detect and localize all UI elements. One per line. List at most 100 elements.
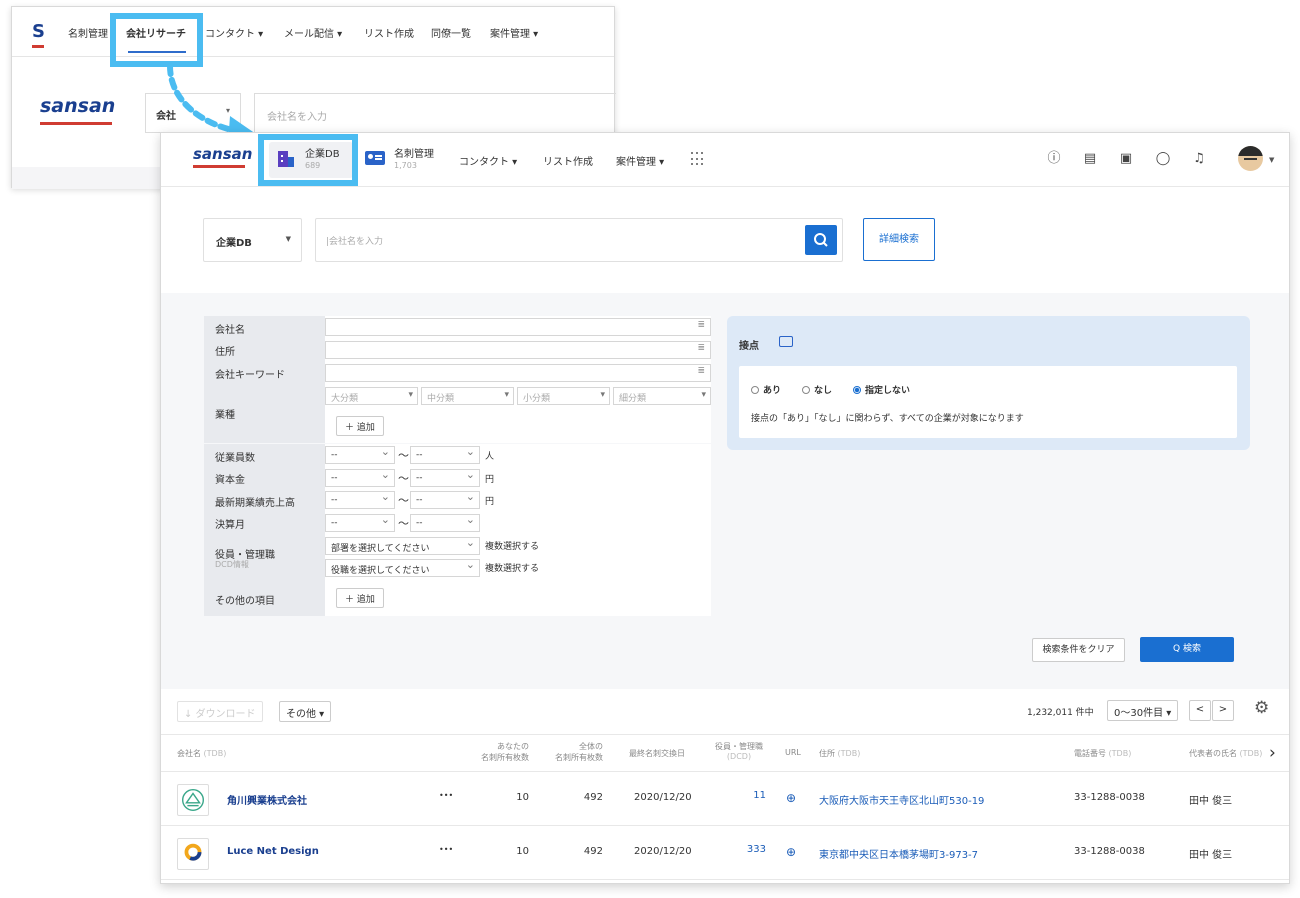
industry-minor-select[interactable]: 小分類 xyxy=(517,387,610,405)
legacy-nav-list[interactable]: リスト作成 xyxy=(364,25,414,40)
department-select[interactable]: 部署を選択してください xyxy=(325,536,480,555)
th-phone[interactable]: 電話番号 (TDB) xyxy=(1074,748,1131,759)
th-url[interactable]: URL xyxy=(785,748,801,757)
employees-min-select[interactable]: -- xyxy=(325,445,395,464)
globe-icon[interactable]: ⊕ xyxy=(786,845,796,859)
th-executives[interactable]: 役員・管理職 (DCD) xyxy=(712,741,766,761)
tab-cards-label[interactable]: 名刺管理 xyxy=(394,145,434,160)
label-fiscal-month: 決算月 xyxy=(204,511,325,534)
th-last-exchange[interactable]: 最終名刺交換日 xyxy=(629,748,685,759)
th-representative[interactable]: 代表者の氏名 (TDB) xyxy=(1189,748,1269,759)
legacy-search-input[interactable]: 会社名を入力 xyxy=(254,93,616,133)
sales-max-select[interactable]: -- xyxy=(410,490,480,509)
employees-unit: 人 xyxy=(485,452,495,462)
page-range-select[interactable]: 0〜30件目 ▾ xyxy=(1107,700,1179,721)
executive-count-link[interactable]: 11 xyxy=(721,790,766,801)
address-link[interactable]: 東京都中央区日本橋茅場町3-973-7 xyxy=(819,846,978,861)
business-card-icon xyxy=(365,151,385,165)
table-row[interactable]: 角川興業株式会社 ••• 10 492 2020/12/20 11 ⊕ 大阪府大… xyxy=(161,772,1289,826)
app-grid-icon[interactable] xyxy=(691,152,705,166)
new-window: sansan 企業DB 689 名刺管理 1,703 コンタクト ▾ リスト作成… xyxy=(160,132,1290,884)
legacy-nav-deals[interactable]: 案件管理 ▾ xyxy=(490,25,538,40)
bell-icon[interactable]: ♫ xyxy=(1191,151,1207,167)
prev-page-button[interactable]: < xyxy=(1189,700,1211,721)
your-card-count: 10 xyxy=(516,792,529,803)
company-logo-icon xyxy=(181,788,205,812)
next-page-button[interactable]: > xyxy=(1212,700,1234,721)
search-scope-label: 企業DB xyxy=(216,238,252,249)
keyword-input[interactable] xyxy=(325,364,711,382)
company-name-link[interactable]: 角川興業株式会社 xyxy=(227,792,307,807)
title-select[interactable]: 役職を選択してください xyxy=(325,558,480,577)
company-name-link[interactable]: Luce Net Design xyxy=(227,846,319,857)
radio-contact-yes[interactable]: あり xyxy=(751,383,781,396)
chat-icon[interactable]: ◯ xyxy=(1155,151,1171,167)
employees-max-select[interactable]: -- xyxy=(410,445,480,464)
avatar[interactable] xyxy=(1238,146,1263,171)
fiscal-month-max-select[interactable]: -- xyxy=(410,513,480,532)
legacy-nav-cards[interactable]: 名刺管理 xyxy=(68,25,108,40)
clear-conditions-button[interactable]: 検索条件をクリア xyxy=(1032,638,1125,662)
company-name-input[interactable] xyxy=(325,318,711,336)
capital-max-select[interactable]: -- xyxy=(410,468,480,487)
executive-count-link[interactable]: 333 xyxy=(721,844,766,855)
label-sales: 最新期業績売上高 xyxy=(204,489,325,511)
title-multi-link[interactable]: 複数選択する xyxy=(485,561,539,574)
industry-add-button[interactable]: ＋ 追加 xyxy=(336,416,384,436)
contact-card-icon[interactable]: ▣ xyxy=(1118,151,1134,167)
company-logo-icon xyxy=(184,843,202,861)
advanced-search-button[interactable]: 詳細検索 xyxy=(863,218,935,261)
search-button[interactable] xyxy=(805,225,837,255)
fiscal-month-min-select[interactable]: -- xyxy=(325,513,395,532)
chevron-down-icon: ▼ xyxy=(285,235,291,243)
help-icon[interactable]: ⓘ xyxy=(1046,151,1062,167)
nav-list[interactable]: リスト作成 xyxy=(543,153,593,168)
contact-title: 接点 xyxy=(739,341,759,352)
label-company-name: 会社名 xyxy=(204,316,325,338)
last-exchange-date: 2020/12/20 xyxy=(634,846,692,857)
last-exchange-date: 2020/12/20 xyxy=(634,792,692,803)
nav-contact[interactable]: コンタクト ▾ xyxy=(459,153,517,168)
label-address: 住所 xyxy=(204,338,325,361)
th-address[interactable]: 住所 (TDB) xyxy=(819,748,860,759)
table-header: 会社名 (TDB) あなたの 名刺所有枚数 全体の 名刺所有枚数 最終名刺交換日 役… xyxy=(161,734,1289,772)
download-button[interactable]: ↓ ダウンロード xyxy=(177,701,263,722)
capital-tilde: 〜 xyxy=(398,472,409,485)
search-scope-select[interactable]: 企業DB ▼ xyxy=(203,218,302,262)
label-capital: 資本金 xyxy=(204,466,325,489)
address-input[interactable] xyxy=(325,341,711,359)
legacy-nav-mail[interactable]: メール配信 ▾ xyxy=(284,25,342,40)
industry-medium-select[interactable]: 中分類 xyxy=(421,387,514,405)
radio-contact-no[interactable]: なし xyxy=(802,383,832,396)
other-menu-button[interactable]: その他 ▾ xyxy=(279,701,332,722)
th-all-cards[interactable]: 全体の 名刺所有枚数 xyxy=(547,741,603,763)
industry-major-select[interactable]: 大分類 xyxy=(325,387,418,405)
label-executives-sub: DCD情報 xyxy=(215,560,249,569)
legacy-nav-contact[interactable]: コンタクト ▾ xyxy=(205,25,263,40)
table-row[interactable]: Luce Net Design ••• 10 492 2020/12/20 33… xyxy=(161,826,1289,880)
th-company[interactable]: 会社名 (TDB) xyxy=(177,748,226,759)
gear-icon[interactable]: ⚙ xyxy=(1254,698,1269,718)
result-count: 1,232,011 件中 xyxy=(1027,708,1094,718)
address-link[interactable]: 大阪府大阪市天王寺区北山町530-19 xyxy=(819,792,984,807)
list-icon[interactable]: ▤ xyxy=(1082,151,1098,167)
more-menu-icon[interactable]: ••• xyxy=(439,845,453,854)
search-input[interactable]: |会社名を入力 xyxy=(315,218,843,262)
nav-deals[interactable]: 案件管理 ▾ xyxy=(616,153,664,168)
capital-min-select[interactable]: -- xyxy=(325,468,395,487)
department-multi-link[interactable]: 複数選択する xyxy=(485,539,539,552)
execute-search-button[interactable]: Q 検索 xyxy=(1140,637,1234,662)
chevron-right-icon[interactable]: › xyxy=(1269,743,1276,763)
contact-options: あり なし 指定しない 接点の「あり」「なし」に関わらず、すべての企業が対象にな… xyxy=(739,366,1237,438)
legacy-nav-colleagues[interactable]: 同僚一覧 xyxy=(431,25,471,40)
employees-tilde: 〜 xyxy=(398,449,409,462)
industry-detail-select[interactable]: 細分類 xyxy=(613,387,711,405)
sales-min-select[interactable]: -- xyxy=(325,490,395,509)
more-menu-icon[interactable]: ••• xyxy=(439,791,453,800)
phone-number: 33-1288-0038 xyxy=(1074,792,1145,803)
globe-icon[interactable]: ⊕ xyxy=(786,791,796,805)
radio-contact-any[interactable]: 指定しない xyxy=(853,383,910,396)
th-your-cards[interactable]: あなたの 名刺所有枚数 xyxy=(473,741,529,763)
other-items-add-button[interactable]: ＋ 追加 xyxy=(336,588,384,608)
chevron-down-icon[interactable]: ▼ xyxy=(1269,156,1274,164)
